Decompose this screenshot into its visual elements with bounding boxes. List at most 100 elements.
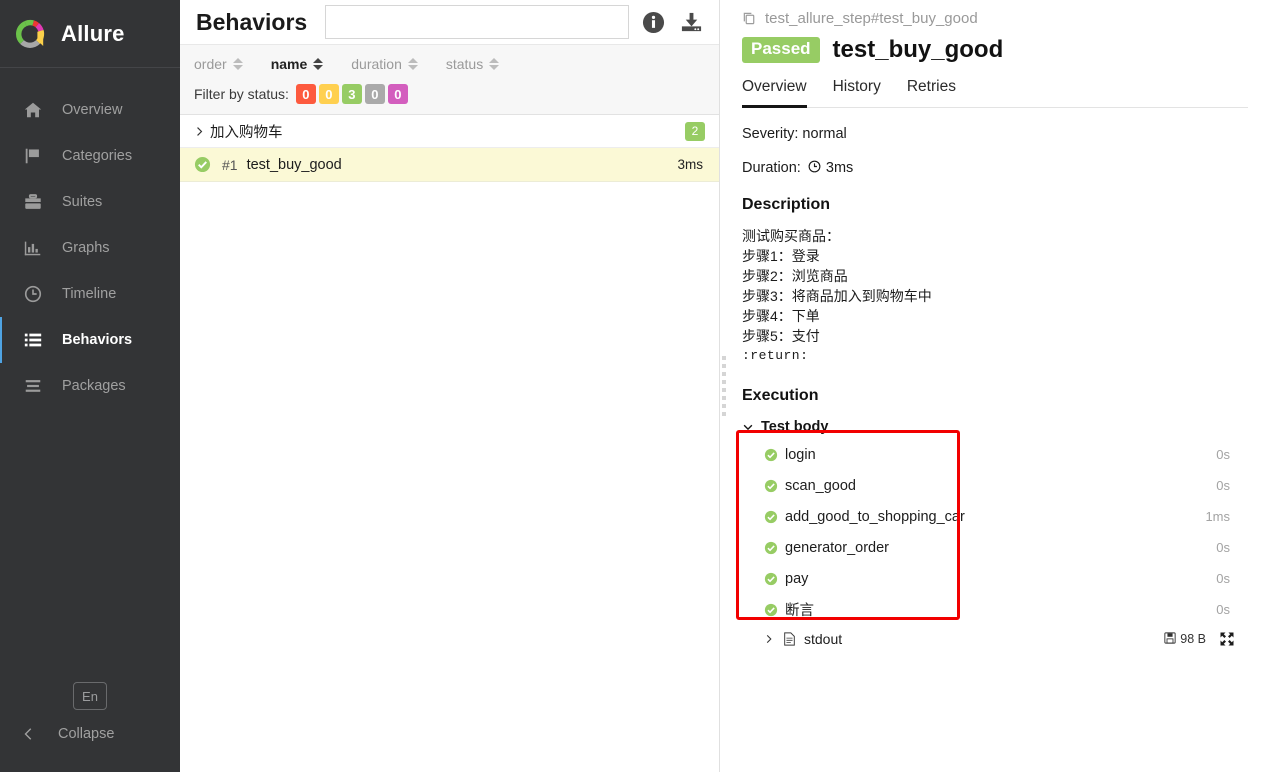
status-filter: Filter by status: 0 0 3 0 0 — [180, 82, 719, 106]
check-circle-icon — [764, 572, 778, 586]
sidebar-item-graphs[interactable]: Graphs — [0, 225, 180, 271]
test-name: test_buy_good — [246, 156, 342, 173]
tab-overview[interactable]: Overview — [742, 78, 807, 108]
step-duration: 0s — [1216, 447, 1230, 462]
sort-label: order — [194, 56, 227, 72]
sort-by-order[interactable]: order — [194, 56, 243, 72]
check-circle-icon — [764, 510, 778, 524]
sidebar-item-overview[interactable]: Overview — [0, 87, 180, 133]
sidebar-item-suites[interactable]: Suites — [0, 179, 180, 225]
test-title-row: Passed test_buy_good — [742, 36, 1248, 64]
step-row[interactable]: login 0s — [742, 439, 1248, 470]
tab-retries[interactable]: Retries — [907, 78, 956, 108]
sidebar-item-label: Packages — [62, 378, 126, 394]
description-line: 步骤1：登录 — [742, 248, 820, 264]
test-duration: 3ms — [677, 157, 703, 172]
duration-label: Duration: — [742, 160, 801, 176]
behaviors-panel: Behaviors order name duration status Fil… — [180, 0, 720, 772]
attachment-row[interactable]: stdout 98 B — [742, 625, 1248, 653]
flag-icon — [22, 145, 44, 167]
splitter-handle-icon — [722, 356, 726, 416]
status-badge-passed[interactable]: 3 — [341, 84, 362, 104]
step-name: pay — [785, 570, 809, 587]
sidebar: Allure Overview Categories Suites Graphs… — [0, 0, 180, 772]
duration-value: 3ms — [825, 160, 854, 176]
language-switcher[interactable]: En — [73, 682, 107, 710]
tree-group-row[interactable]: 加入购物车 2 — [180, 115, 719, 148]
sort-label: status — [445, 56, 484, 72]
attachment-size: 98 B — [1180, 632, 1206, 646]
step-row[interactable]: 断言 0s — [742, 594, 1248, 625]
attachment-name: stdout — [804, 631, 843, 647]
sort-label: name — [270, 56, 308, 72]
download-icon[interactable] — [679, 10, 703, 34]
panel-splitter[interactable] — [720, 0, 728, 772]
file-icon — [783, 631, 797, 647]
check-circle-icon — [764, 479, 778, 493]
step-name: add_good_to_shopping_car — [785, 508, 965, 525]
status-badge: Passed — [742, 37, 820, 63]
step-duration: 0s — [1216, 571, 1230, 586]
behaviors-tree: 加入购物车 2 #1 test_buy_good 3ms — [180, 115, 719, 772]
header-icons — [641, 10, 707, 34]
check-circle-icon — [194, 156, 211, 173]
sidebar-item-label: Suites — [62, 194, 103, 210]
chevron-right-icon[interactable] — [192, 126, 206, 137]
filter-label: Filter by status: — [194, 86, 289, 102]
expand-icon[interactable] — [1220, 632, 1234, 646]
description-line: 步骤4：下单 — [742, 308, 820, 324]
status-badge-unknown[interactable]: 0 — [387, 84, 408, 104]
sort-by-status[interactable]: status — [445, 56, 500, 72]
check-circle-icon — [764, 603, 778, 617]
sort-by-name[interactable]: name — [271, 56, 324, 72]
status-badge-broken[interactable]: 0 — [318, 84, 339, 104]
step-row[interactable]: pay 0s — [742, 563, 1248, 594]
breadcrumb[interactable]: test_allure_step#test_buy_good — [742, 0, 1248, 27]
sort-by-duration[interactable]: duration — [351, 56, 418, 72]
clock-icon — [808, 160, 825, 176]
attachment-size-group: 98 B — [1164, 632, 1206, 646]
layers-icon — [22, 375, 44, 397]
sidebar-item-behaviors[interactable]: Behaviors — [0, 317, 180, 363]
step-duration: 0s — [1216, 478, 1230, 493]
sidebar-item-timeline[interactable]: Timeline — [0, 271, 180, 317]
step-duration: 1ms — [1205, 509, 1230, 524]
description-line: 测试购买商品： — [742, 228, 840, 244]
test-title: test_buy_good — [832, 36, 1004, 63]
status-badge-failed[interactable]: 0 — [295, 84, 316, 104]
info-icon[interactable] — [641, 10, 665, 34]
page-title: Behaviors — [196, 8, 308, 35]
sort-controls: order name duration status — [180, 51, 719, 77]
description-line: 步骤3：将商品加入到购物车中 — [742, 288, 932, 304]
sidebar-item-categories[interactable]: Categories — [0, 133, 180, 179]
severity-line: Severity: normal — [742, 126, 847, 142]
floppy-icon — [1164, 632, 1176, 646]
step-row[interactable]: scan_good 0s — [742, 470, 1248, 501]
search-input[interactable] — [325, 5, 629, 39]
brand-name: Allure — [61, 20, 125, 46]
collapse-button[interactable]: Collapse — [0, 726, 180, 742]
duration-line: Duration: 3ms — [742, 160, 1248, 176]
description-return-line: :return: — [742, 348, 809, 363]
test-result-row[interactable]: #1 test_buy_good 3ms — [180, 148, 719, 182]
tab-history[interactable]: History — [833, 78, 881, 108]
step-row[interactable]: generator_order 0s — [742, 532, 1248, 563]
sort-arrows-icon — [407, 58, 418, 70]
test-body-toggle[interactable]: Test body — [742, 419, 1248, 435]
step-duration: 0s — [1216, 540, 1230, 555]
description-line: 步骤5：支付 — [742, 328, 820, 344]
chevron-right-icon[interactable] — [764, 634, 776, 644]
step-name: generator_order — [785, 539, 889, 556]
step-row[interactable]: add_good_to_shopping_car 1ms — [742, 501, 1248, 532]
step-name: 断言 — [785, 603, 814, 619]
sidebar-item-label: Timeline — [62, 286, 117, 302]
sidebar-item-packages[interactable]: Packages — [0, 363, 180, 409]
brand[interactable]: Allure — [0, 0, 180, 68]
sidebar-item-label: Overview — [62, 102, 123, 118]
step-name: scan_good — [785, 477, 856, 494]
sidebar-item-label: Categories — [62, 148, 133, 164]
collapse-label: Collapse — [58, 726, 115, 742]
status-badge-skipped[interactable]: 0 — [364, 84, 385, 104]
copy-icon[interactable] — [742, 11, 758, 27]
check-circle-icon — [764, 448, 778, 462]
